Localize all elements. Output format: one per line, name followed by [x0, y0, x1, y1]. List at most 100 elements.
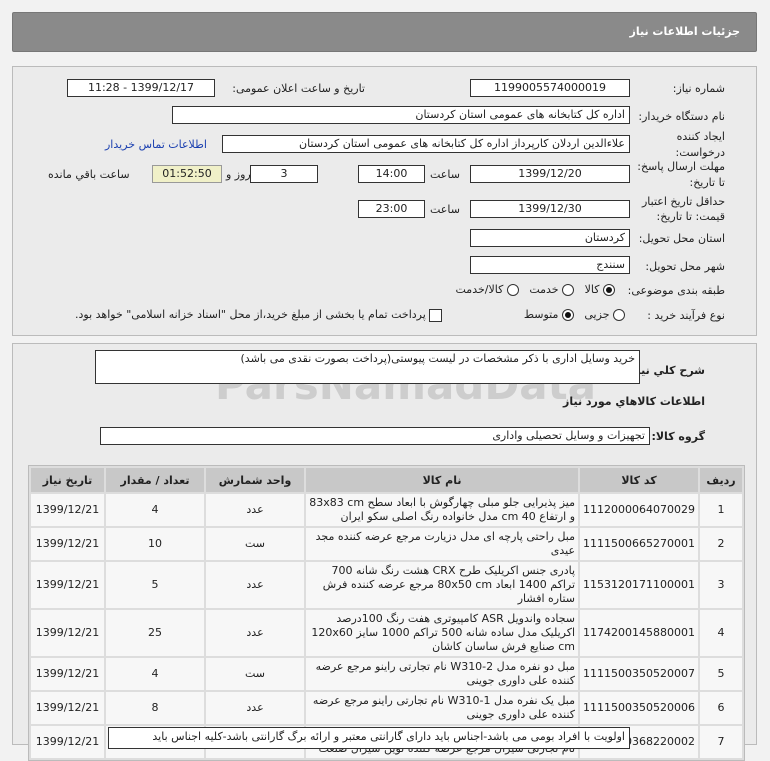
need-date: 1399/12/21 — [31, 494, 105, 526]
item-unit: عدد — [206, 494, 305, 526]
item-unit: ست — [206, 528, 305, 560]
goods-group-field: تجهیزات و وسایل تحصیلی واداری — [100, 427, 650, 445]
item-unit: ست — [206, 658, 305, 690]
item-quantity: 4 — [106, 658, 205, 690]
process-label: نوع فرآیند خرید : — [647, 309, 725, 322]
category-label: طبقه بندی موضوعی: — [627, 284, 725, 297]
item-quantity: 25 — [106, 610, 205, 656]
announce-label: تاریخ و ساعت اعلان عمومی: — [232, 82, 365, 95]
need-date: 1399/12/21 — [31, 562, 105, 608]
table-row: 6 1111500350520006 مبل یک نفره مدل W310-1 … — [31, 692, 742, 724]
announce-field: 1399/12/17 - 11:28 — [67, 79, 215, 97]
table-row: 5 1111500350520007 مبل دو نفره مدل W310-2 … — [31, 658, 742, 690]
need-date: 1399/12/21 — [31, 726, 105, 758]
item-code: 1174200145880001 — [580, 610, 698, 656]
item-name: مبل راحتی پارچه ای مدل دزیارت مرجع عرضه … — [306, 528, 579, 560]
days-field: 3 — [250, 165, 318, 183]
category-radio-group: کالا خدمت کالا/خدمت — [455, 283, 615, 297]
item-quantity: 10 — [106, 528, 205, 560]
days-label: روز و — [226, 168, 251, 181]
col-code: کد کالا — [580, 468, 698, 492]
payment-option: پرداخت تمام یا بخشی از مبلغ خرید،از محل … — [75, 308, 443, 322]
page-title: جزئیات اطلاعات نیاز — [629, 25, 741, 38]
col-name: نام کالا — [306, 468, 579, 492]
row-number: 4 — [700, 610, 742, 656]
buyer-field: اداره کل کتابخانه های عمومی استان کردستا… — [172, 106, 630, 124]
col-date: تاریخ نیاز — [31, 468, 105, 492]
item-unit: عدد — [206, 562, 305, 608]
note-box: اولویت با افراد بومی می باشد-اجناس باید … — [108, 727, 630, 749]
category-both-radio[interactable] — [506, 284, 519, 296]
item-unit: عدد — [206, 692, 305, 724]
process-radio-group: جزیی متوسط — [524, 308, 625, 322]
category-goods-label: کالا — [584, 283, 600, 296]
payment-note: پرداخت تمام یا بخشی از مبلغ خرید،از محل … — [75, 308, 426, 321]
buyer-label: نام دستگاه خریدار: — [638, 110, 725, 123]
category-both-label: کالا/خدمت — [455, 283, 504, 296]
item-name: میز پذیرایی جلو مبلی چهارگوش با ابعاد سط… — [306, 494, 579, 526]
row-number: 1 — [700, 494, 742, 526]
item-code: 1111500350520006 — [580, 692, 698, 724]
city-label: شهر محل تحویل: — [645, 260, 725, 273]
item-quantity: 4 — [106, 494, 205, 526]
province-label: استان محل تحویل: — [638, 232, 725, 245]
need-date: 1399/12/21 — [31, 692, 105, 724]
validity-date-field: 1399/12/30 — [470, 200, 630, 218]
deadline-label-1: مهلت ارسال پاسخ: — [637, 160, 725, 173]
remaining-timer: 01:52:50 — [152, 165, 222, 183]
category-service-label: خدمت — [529, 283, 559, 296]
row-number: 2 — [700, 528, 742, 560]
col-unit: واحد شمارش — [206, 468, 305, 492]
payment-checkbox[interactable] — [429, 308, 443, 322]
deadline-label-2: تا تاریخ: — [689, 176, 725, 189]
table-row: 3 1153120171100001 پادری جنس اکریلیک طرح C… — [31, 562, 742, 608]
creator-field: علاءالدین اردلان کارپرداز اداره کل کتابخ… — [222, 135, 630, 153]
row-number: 3 — [700, 562, 742, 608]
item-name: پادری جنس اکریلیک طرح CRX هشت رنگ شانه 7… — [306, 562, 579, 608]
validity-label-1: حداقل تاریخ اعتبار — [641, 195, 725, 208]
deadline-time-label: ساعت — [430, 168, 460, 181]
item-quantity: 5 — [106, 562, 205, 608]
process-minor-radio[interactable] — [613, 309, 625, 321]
validity-time-field: 23:00 — [358, 200, 425, 218]
item-code: 1153120171100001 — [580, 562, 698, 608]
deadline-date-field: 1399/12/20 — [470, 165, 630, 183]
col-qty: تعداد / مقدار — [106, 468, 205, 492]
remaining-label: ساعت باقي مانده — [48, 168, 130, 181]
table-row: 2 1111500665270001 مبل راحتی پارچه ای مدل … — [31, 528, 742, 560]
validity-label-2: قیمت: تا تاریخ: — [656, 210, 725, 223]
item-unit: عدد — [206, 610, 305, 656]
city-field: سنندج — [470, 256, 630, 274]
process-medium-radio[interactable] — [561, 309, 574, 321]
item-quantity: 8 — [106, 692, 205, 724]
table-header-row: ردیف کد کالا نام کالا واحد شمارش تعداد /… — [31, 468, 742, 492]
goods-group-label: گروه کالا: — [651, 430, 705, 443]
row-number: 6 — [700, 692, 742, 724]
category-goods-radio[interactable] — [603, 284, 615, 296]
province-field: کردستان — [470, 229, 630, 247]
item-code: 1111500665270001 — [580, 528, 698, 560]
item-name: سجاده واندویل ASR کامپیوتری هفت رنگ 100د… — [306, 610, 579, 656]
creator-label-2: درخواست: — [675, 146, 725, 159]
table-row: 4 1174200145880001 سجاده واندویل ASR کامپی… — [31, 610, 742, 656]
goods-title: اطلاعات کالاهاي مورد نیاز — [563, 395, 705, 408]
page-header: جزئیات اطلاعات نیاز — [12, 12, 757, 52]
process-minor-label: جزیی — [584, 308, 610, 321]
row-number: 7 — [700, 726, 742, 758]
item-code: 1111500350520007 — [580, 658, 698, 690]
item-code: 1112000064070029 — [580, 494, 698, 526]
table-row: 1 1112000064070029 میز پذیرایی جلو مبلی چه… — [31, 494, 742, 526]
need-date: 1399/12/21 — [31, 528, 105, 560]
item-name: مبل دو نفره مدل W310-2 نام تجارتی راینو … — [306, 658, 579, 690]
creator-label-1: ایجاد کننده — [676, 130, 725, 143]
need-date: 1399/12/21 — [31, 610, 105, 656]
process-medium-label: متوسط — [523, 308, 559, 321]
need-number-label: شماره نیاز: — [672, 82, 725, 95]
buyer-contact-link[interactable]: اطلاعات تماس خریدار — [105, 138, 207, 152]
deadline-time-field: 14:00 — [358, 165, 425, 183]
validity-time-label: ساعت — [430, 203, 460, 216]
row-number: 5 — [700, 658, 742, 690]
item-name: مبل یک نفره مدل W310-1 نام تجارتی راینو … — [306, 692, 579, 724]
summary-field: خرید وسایل اداری با ذکر مشخصات در لیست پ… — [95, 350, 640, 384]
category-service-radio[interactable] — [562, 284, 575, 296]
